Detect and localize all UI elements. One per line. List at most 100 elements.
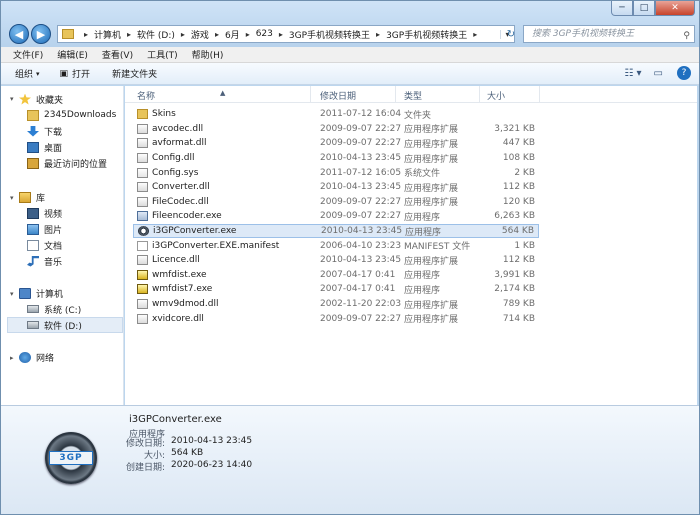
breadcrumb-item[interactable]: 计算机 [94, 28, 121, 41]
exe-file-icon [137, 211, 148, 222]
folder-icon [62, 29, 74, 39]
nav-item-pictures[interactable]: 图片 [27, 221, 62, 237]
file-size: 714 KB [502, 313, 535, 324]
file-row[interactable]: wmfdist.exe 2007-04-17 0:41 应用程序 3,991 K… [133, 268, 539, 283]
column-divider[interactable] [539, 86, 540, 103]
column-type[interactable]: 类型 [404, 89, 422, 102]
organize-label: 组织 [15, 70, 34, 80]
file-row[interactable]: Config.dll 2010-04-13 23:45 应用程序扩展 108 K… [133, 151, 539, 166]
column-name[interactable]: 名称 [137, 89, 155, 102]
breadcrumb-item[interactable]: 3GP手机视频转换王 [386, 28, 467, 41]
nav-item-drive-d[interactable]: 软件 (D:) [7, 317, 123, 333]
expand-icon[interactable]: ▾ [10, 290, 14, 298]
menu-tools[interactable]: 工具(T) [147, 48, 178, 61]
file-size: 2 KB [514, 167, 535, 178]
nav-item-recent[interactable]: 最近访问的位置 [27, 155, 107, 171]
file-row[interactable]: avformat.dll 2009-09-07 22:27 应用程序扩展 447… [133, 136, 539, 151]
breadcrumb-item[interactable]: 软件 (D:) [137, 28, 175, 41]
breadcrumb-item[interactable]: 623 [256, 29, 273, 39]
recent-places-icon [27, 157, 39, 169]
new-folder-label: 新建文件夹 [112, 70, 158, 80]
nav-item-2345downloads[interactable]: 2345Downloads [27, 107, 116, 123]
computer-icon [19, 287, 31, 299]
file-size: 112 KB [502, 255, 535, 266]
file-name: Skins [152, 109, 176, 120]
file-row[interactable]: Licence.dll 2010-04-13 23:45 应用程序扩展 112 … [133, 253, 539, 268]
breadcrumb-item[interactable]: 3GP手机视频转换王 [289, 28, 370, 41]
file-row[interactable]: wmv9dmod.dll 2002-11-20 22:03 应用程序扩展 789… [133, 297, 539, 312]
menu-bar: 文件(F) 编辑(E) 查看(V) 工具(T) 帮助(H) [1, 47, 699, 63]
open-button[interactable]: ▣ 打开 [60, 67, 91, 81]
nav-item-label: 桌面 [44, 143, 63, 154]
nav-computer[interactable]: 计算机 [19, 285, 63, 301]
file-type: 应用程序扩展 [404, 300, 459, 311]
close-button[interactable]: ✕ [655, 1, 695, 16]
search-input[interactable]: 搜索 3GP手机视频转换王 ⚲ [523, 25, 695, 43]
file-row[interactable]: Config.sys 2011-07-12 16:05 系统文件 2 KB [133, 165, 539, 180]
breadcrumb: ▸ 计算机 ▸ 软件 (D:) ▸ 游戏 ▸ 6月 ▸ 623 ▸ 3GP手机视频转换王 ▸… [84, 28, 478, 41]
column-size[interactable]: 大小 [487, 89, 505, 102]
video-icon [27, 207, 39, 219]
file-row[interactable]: Fileencoder.exe 2009-09-07 22:27 应用程序 6,… [133, 209, 539, 224]
maximize-button[interactable]: □ [633, 1, 655, 16]
view-options-icon[interactable]: ☷ ▾ [624, 68, 641, 79]
file-date: 2002-11-20 22:03 [320, 299, 402, 310]
file-row-selected[interactable]: i3GPConverter.exe 2010-04-13 23:45 应用程序 … [133, 223, 539, 239]
minimize-button[interactable]: ─ [611, 1, 633, 16]
address-bar[interactable]: ▸ 计算机 ▸ 软件 (D:) ▸ 游戏 ▸ 6月 ▸ 623 ▸ 3GP手机视频转换王 ▸… [57, 25, 515, 43]
menu-view[interactable]: 查看(V) [102, 48, 133, 61]
file-row[interactable]: i3GPConverter.EXE.manifest 2006-04-10 23… [133, 238, 539, 253]
column-divider[interactable] [310, 86, 311, 103]
column-date[interactable]: 修改日期 [320, 89, 356, 102]
breadcrumb-item[interactable]: 游戏 [191, 28, 209, 41]
document-icon [27, 239, 39, 251]
nav-item-videos[interactable]: 视频 [27, 205, 62, 221]
help-icon[interactable]: ? [677, 66, 691, 80]
file-size: 564 KB [501, 226, 534, 237]
search-icon[interactable]: ⚲ [683, 28, 690, 44]
new-folder-button[interactable]: 新建文件夹 [112, 67, 157, 80]
navigation-pane: ▾ 收藏夹 2345Downloads 下载 桌面 最近访问的位置 ▾ 库 视频… [1, 86, 124, 405]
refresh-icon[interactable]: ↻ [503, 26, 519, 42]
nav-item-downloads[interactable]: 下载 [27, 123, 62, 139]
file-type: 应用程序扩展 [404, 183, 459, 194]
search-placeholder: 搜索 3GP手机视频转换王 [532, 29, 634, 39]
nav-item-desktop[interactable]: 桌面 [27, 139, 62, 155]
file-type: 应用程序扩展 [404, 139, 459, 150]
nav-item-label: 下载 [44, 127, 63, 138]
menu-help[interactable]: 帮助(H) [192, 48, 224, 61]
file-row[interactable]: wmfdist7.exe 2007-04-17 0:41 应用程序 2,174 … [133, 282, 539, 297]
file-row[interactable]: Converter.dll 2010-04-13 23:45 应用程序扩展 11… [133, 180, 539, 195]
menu-edit[interactable]: 编辑(E) [57, 48, 88, 61]
expand-icon[interactable]: ▸ [10, 354, 14, 362]
breadcrumb-item[interactable]: 6月 [225, 28, 240, 41]
menu-file[interactable]: 文件(F) [13, 48, 43, 61]
column-divider[interactable] [395, 86, 396, 103]
nav-libraries[interactable]: 库 [19, 189, 45, 205]
file-type: 应用程序扩展 [404, 154, 459, 165]
column-divider[interactable] [479, 86, 480, 103]
nav-item-label: 2345Downloads [44, 110, 117, 120]
forward-button[interactable]: ▶ [31, 24, 51, 44]
file-row[interactable]: xvidcore.dll 2009-09-07 22:27 应用程序扩展 714… [133, 311, 539, 326]
file-row[interactable]: avcodec.dll 2009-09-07 22:27 应用程序扩展 3,32… [133, 122, 539, 137]
file-row[interactable]: FileCodec.dll 2009-09-07 22:27 应用程序扩展 12… [133, 195, 539, 210]
nav-item-music[interactable]: 音乐 [27, 253, 62, 269]
file-name: Fileencoder.exe [152, 211, 222, 222]
back-button[interactable]: ◀ [9, 24, 29, 44]
file-date: 2011-07-12 16:04 [320, 109, 402, 120]
expand-icon[interactable]: ▾ [10, 194, 14, 202]
nav-favorites[interactable]: 收藏夹 [19, 91, 63, 107]
file-size: 3,991 KB [494, 269, 535, 280]
file-date: 2010-04-13 23:45 [320, 255, 402, 266]
drive-icon [27, 305, 39, 313]
expand-icon[interactable]: ▾ [10, 95, 14, 103]
file-row[interactable]: Skins 2011-07-12 16:04 文件夹 [133, 107, 539, 122]
nav-item-documents[interactable]: 文档 [27, 237, 62, 253]
file-size: 3,321 KB [494, 123, 535, 134]
nav-network[interactable]: 网络 [19, 349, 54, 365]
preview-pane-icon[interactable]: ▭ [654, 68, 663, 79]
nav-item-drive-c[interactable]: 系统 (C:) [27, 301, 81, 317]
file-size: 789 KB [502, 299, 535, 310]
organize-button[interactable]: 组织 ▾ [15, 67, 40, 81]
